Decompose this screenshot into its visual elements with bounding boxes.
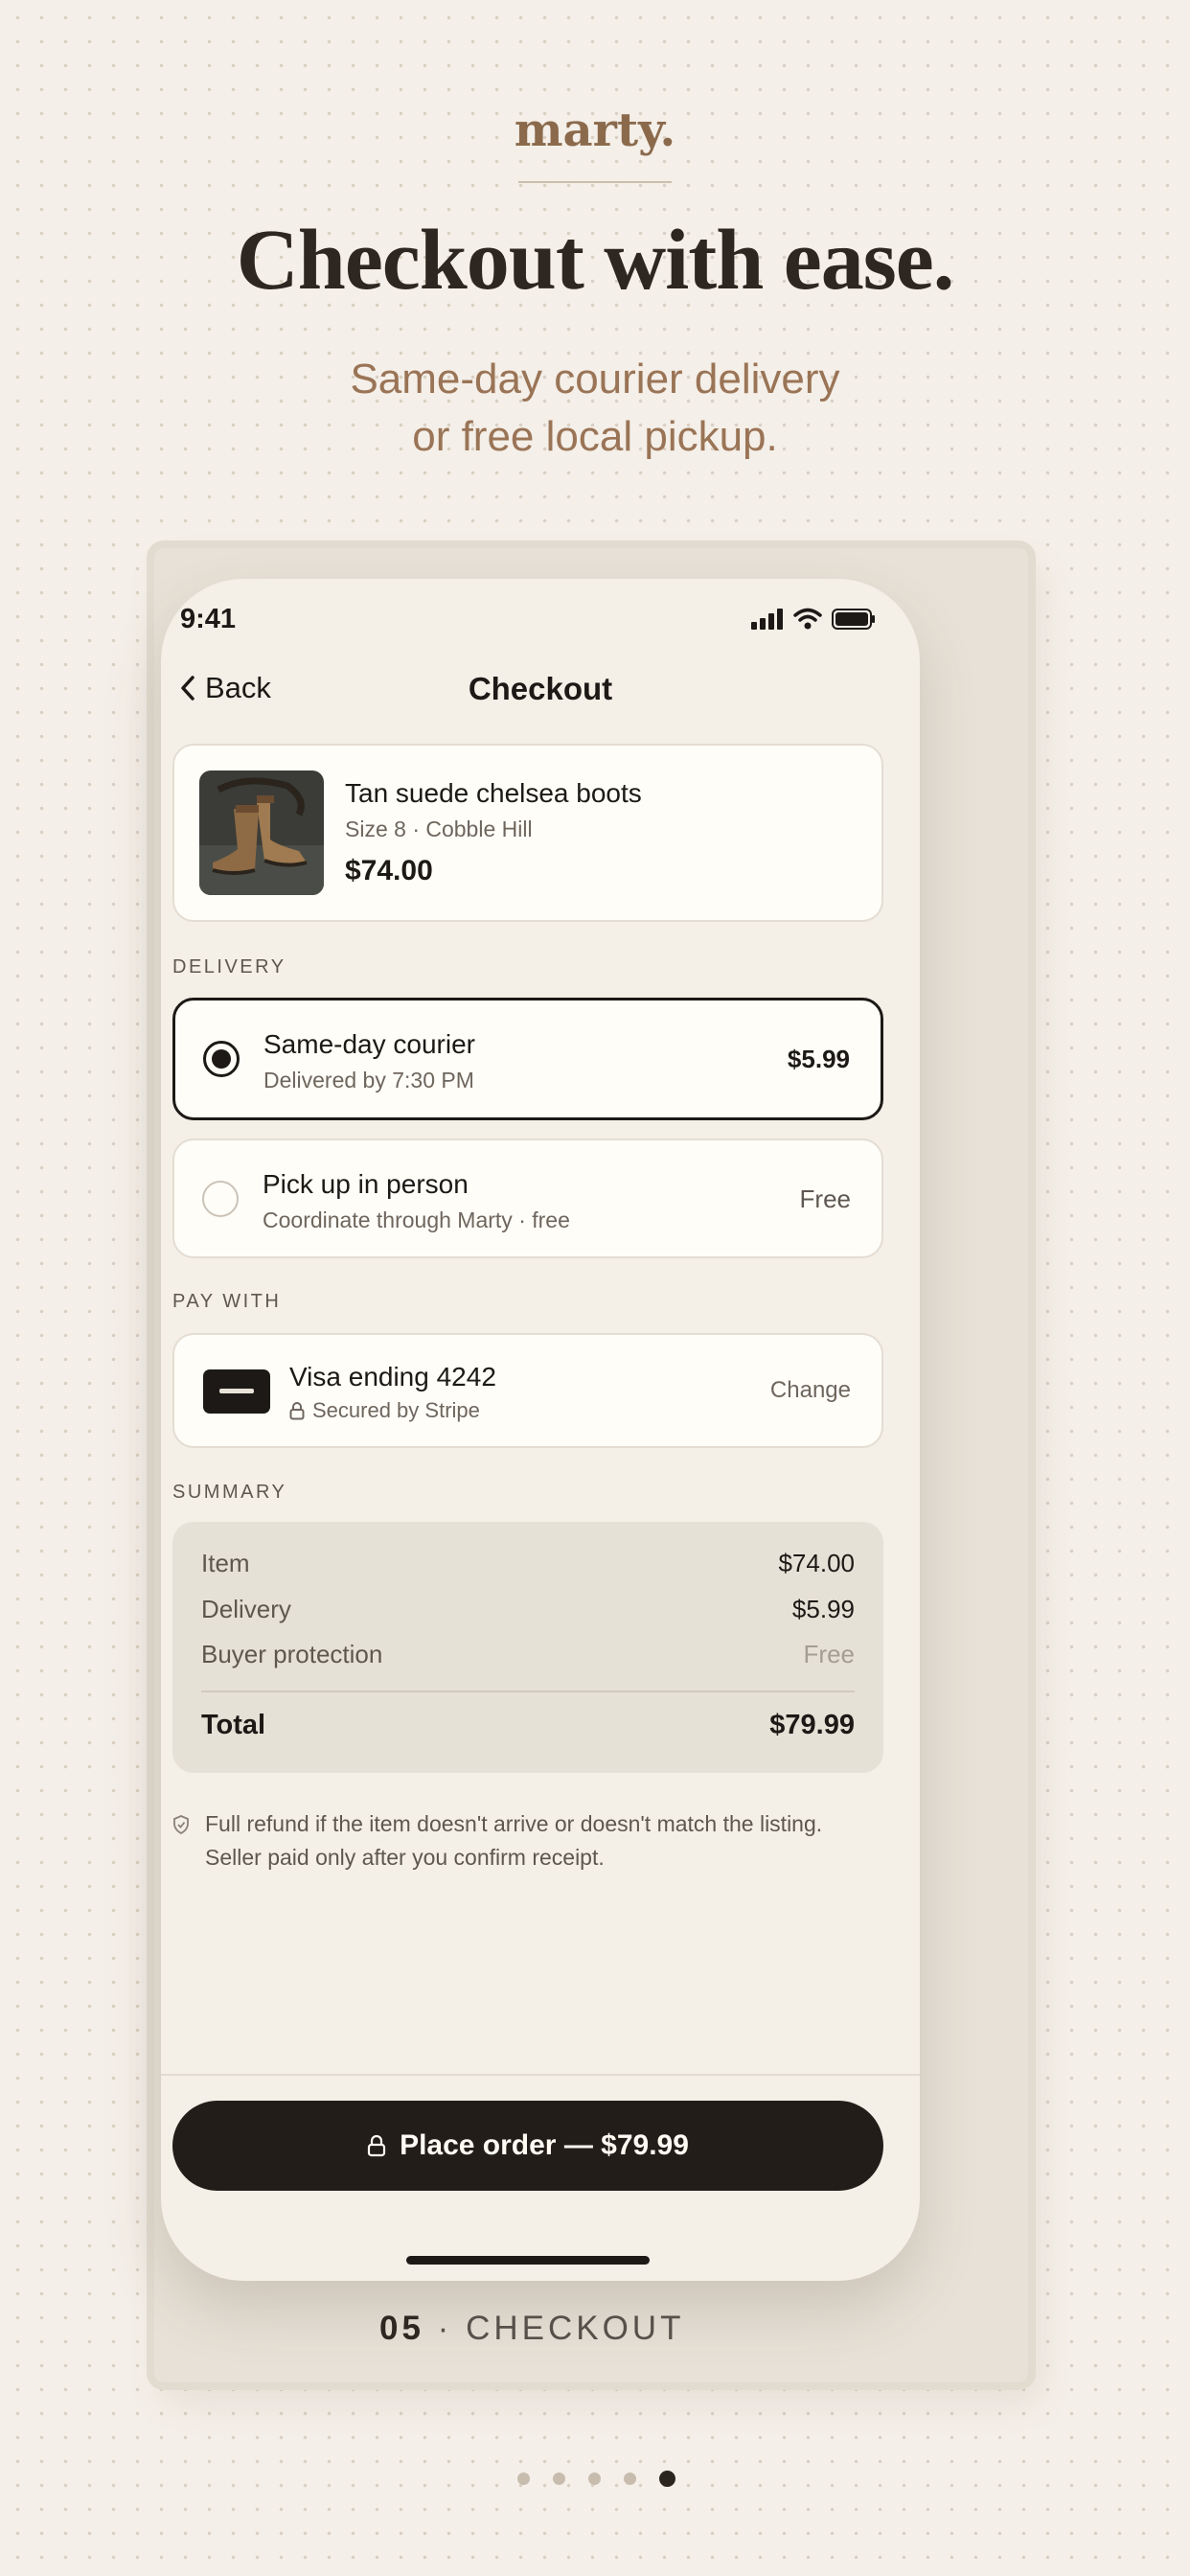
order-summary: Item $74.00 Delivery $5.99 Buyer protect… [172,1522,883,1773]
step-separator: · [437,2310,453,2347]
radio-empty-icon[interactable] [202,1181,239,1217]
product-thumbnail [199,770,324,895]
boots-image [199,770,324,895]
page-indicator [517,2471,675,2487]
summary-total-label: Total [201,1710,266,1740]
summary-divider [201,1690,855,1692]
summary-row-value: $74.00 [778,1549,855,1577]
summary-total-value: $79.99 [769,1710,855,1740]
home-indicator [406,2256,650,2265]
place-order-button[interactable]: Place order — $79.99 [172,2101,883,2191]
wifi-icon [793,608,822,630]
product-price: $74.00 [345,855,433,886]
subheadline: Same-day courier delivery or free local … [0,351,1190,466]
delivery-option-pickup[interactable]: Pick up in person Coordinate through Mar… [172,1138,883,1258]
page-dot[interactable] [517,2472,530,2485]
refund-note-line: Seller paid only after you confirm recei… [205,1845,605,1870]
summary-row-label: Item [201,1549,250,1577]
shield-icon [173,1815,189,1834]
brand-logo: marty. [514,104,676,157]
summary-row-label: Delivery [201,1595,291,1623]
refund-note-line: Full refund if the item doesn't arrive o… [205,1811,823,1836]
step-number: 05 [379,2310,424,2347]
delivery-option-title: Same-day courier [263,1029,475,1059]
product-name: Tan suede chelsea boots [345,778,642,808]
radio-selected-icon[interactable] [203,1041,240,1077]
delivery-option-courier[interactable]: Same-day courier Delivered by 7:30 PM $5… [172,998,883,1120]
signal-icon [751,609,783,630]
subheadline-line-1: Same-day courier delivery [350,356,840,402]
page-dot[interactable] [624,2472,636,2485]
subheadline-line-2: or free local pickup. [412,413,778,460]
section-label-summary: SUMMARY [172,1482,287,1503]
step-label: CHECKOUT [466,2310,685,2347]
delivery-option-title: Pick up in person [263,1169,469,1199]
refund-note: Full refund if the item doesn't arrive o… [172,1807,872,1874]
delivery-option-subtitle: Delivered by 7:30 PM [263,1068,474,1092]
refund-note-text: Full refund if the item doesn't arrive o… [205,1807,822,1874]
battery-icon [832,609,875,630]
summary-row: Buyer protection Free [201,1640,855,1669]
page-dot[interactable] [553,2472,565,2485]
page-dot[interactable] [588,2472,601,2485]
status-time: 9:41 [180,604,237,634]
summary-row-label: Buyer protection [201,1640,383,1668]
step-caption: 05 · CHECKOUT [379,2310,684,2348]
payment-card-label: Visa ending 4242 [289,1362,496,1392]
bottom-bar-divider [161,2074,920,2076]
brand-underline [518,181,672,183]
page-title: Checkout [468,671,613,706]
delivery-option-price: Free [799,1184,851,1213]
section-label-payment: PAY WITH [172,1291,282,1312]
summary-row-value: $5.99 [791,1595,855,1623]
lock-icon [367,2134,386,2157]
product-meta: Size 8 · Cobble Hill [345,816,533,841]
phone-screen: 9:41 Back Checkout Tan suede chelsea boo… [161,579,920,2281]
page-dot-active[interactable] [659,2471,675,2487]
payment-method-card[interactable]: Visa ending 4242 Secured by Stripe Chang… [172,1333,883,1448]
summary-row: Item $74.00 [201,1549,855,1578]
delivery-option-subtitle: Coordinate through Marty · free [263,1208,570,1232]
status-icons [751,608,876,631]
product-card[interactable]: Tan suede chelsea boots Size 8 · Cobble … [172,744,883,922]
headline: Checkout with ease. [236,213,954,308]
delivery-option-price: $5.99 [787,1045,850,1073]
payment-secured: Secured by Stripe [289,1398,480,1423]
summary-total: Total $79.99 [201,1710,855,1741]
summary-row: Delivery $5.99 [201,1595,855,1624]
lock-icon [289,1402,305,1420]
payment-secured-label: Secured by Stripe [312,1398,480,1422]
change-payment-button[interactable]: Change [770,1377,851,1404]
place-order-label: Place order — $79.99 [400,2129,689,2161]
card-icon [203,1369,270,1414]
section-label-delivery: DELIVERY [172,956,286,978]
summary-row-value: Free [803,1640,855,1668]
